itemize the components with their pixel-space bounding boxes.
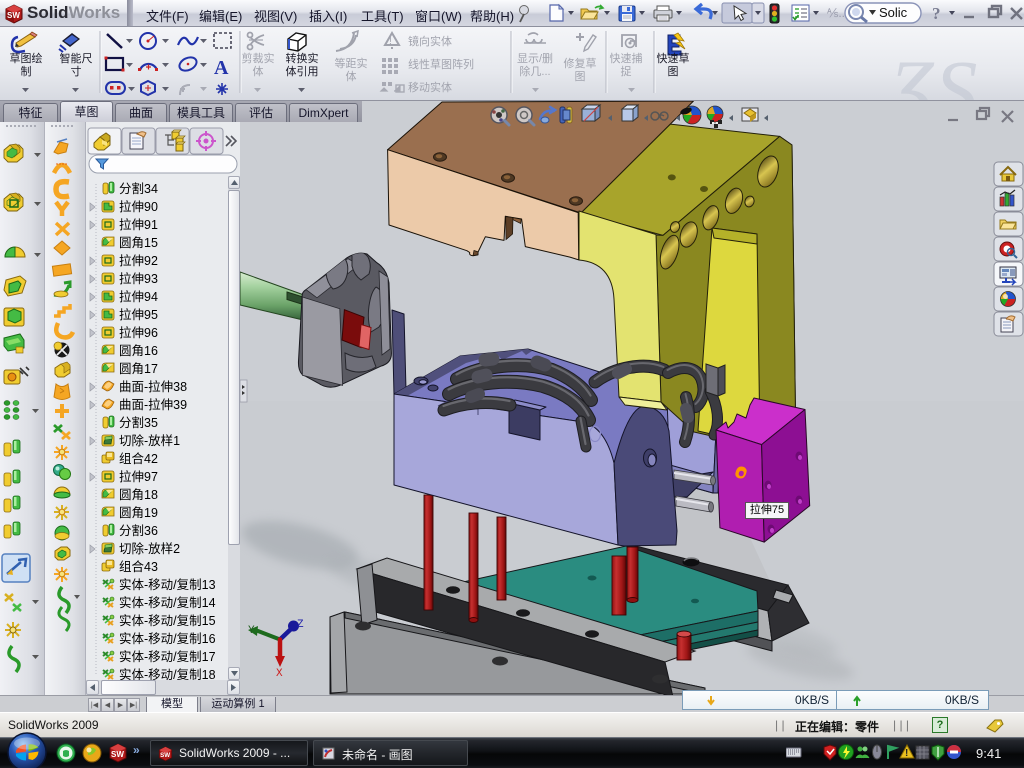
svg-text:ƷS: ƷS	[883, 42, 978, 100]
svg-text:圆角19: 圆角19	[119, 506, 158, 520]
svg-text:圆角16: 圆角16	[119, 344, 158, 358]
svg-text:切除-放样1: 切除-放样1	[119, 433, 180, 448]
svg-text:!: !	[389, 36, 392, 47]
svg-text:分割35: 分割35	[119, 415, 158, 430]
svg-text:曲面-拉伸38: 曲面-拉伸38	[119, 379, 187, 394]
svg-text:实体-移动/复制16: 实体-移动/复制16	[119, 631, 216, 646]
svg-text:拉伸93: 拉伸93	[119, 271, 158, 286]
svg-text:拉伸91: 拉伸91	[119, 217, 158, 232]
svg-text:分割36: 分割36	[119, 523, 158, 538]
svg-text:A: A	[214, 57, 229, 79]
svg-text:组合42: 组合42	[119, 451, 158, 466]
svg-text:!: !	[905, 748, 908, 759]
svg-text:实体-移动/复制15: 实体-移动/复制15	[119, 613, 216, 628]
svg-text:拉伸96: 拉伸96	[119, 325, 158, 340]
svg-text:拉伸90: 拉伸90	[119, 199, 158, 214]
svg-text:拉伸92: 拉伸92	[119, 253, 158, 268]
svg-text:SW: SW	[160, 752, 170, 759]
svg-text:SW: SW	[7, 11, 20, 20]
svg-text:拉伸94: 拉伸94	[119, 289, 158, 304]
svg-text:圆角17: 圆角17	[119, 362, 158, 376]
svg-text:曲面-拉伸39: 曲面-拉伸39	[119, 397, 187, 412]
svg-text:Y: Y	[248, 625, 255, 637]
svg-text:实体-移动/复制18: 实体-移动/复制18	[119, 667, 216, 680]
svg-text:?: ?	[932, 4, 941, 23]
svg-text:⅍..: ⅍..	[827, 6, 845, 20]
svg-text:实体-移动/复制14: 实体-移动/复制14	[119, 595, 216, 610]
svg-text:圆角15: 圆角15	[119, 236, 158, 250]
svg-text:拉伸95: 拉伸95	[119, 307, 158, 322]
svg-text:拉伸97: 拉伸97	[119, 469, 158, 484]
svg-text:X: X	[276, 668, 283, 680]
svg-text:9:41: 9:41	[976, 746, 1001, 761]
svg-text:»: »	[133, 743, 140, 757]
svg-text:实体-移动/复制17: 实体-移动/复制17	[119, 649, 216, 664]
svg-text:切除-放样2: 切除-放样2	[119, 541, 180, 556]
svg-text:分割34: 分割34	[119, 181, 158, 196]
svg-text:圆角18: 圆角18	[119, 488, 158, 502]
svg-text:实体-移动/复制13: 实体-移动/复制13	[119, 577, 216, 592]
svg-text:Z: Z	[297, 619, 304, 631]
svg-text:SW: SW	[111, 750, 124, 759]
svg-text:组合43: 组合43	[119, 559, 158, 574]
svg-text:Solic: Solic	[879, 5, 908, 20]
